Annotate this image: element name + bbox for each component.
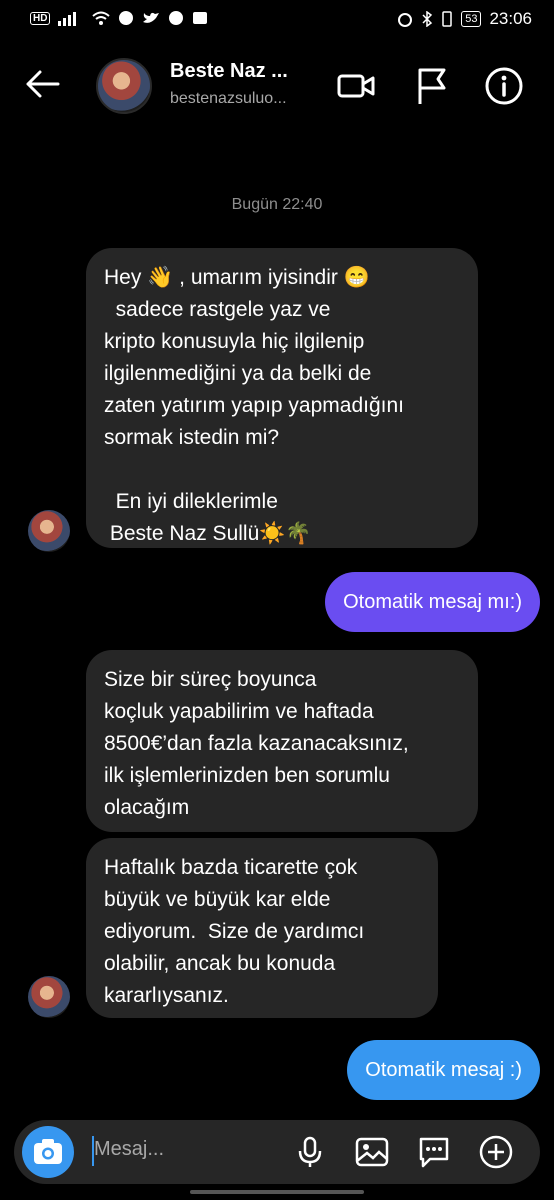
bluetooth-icon bbox=[422, 11, 433, 27]
contact-username[interactable]: bestenazsuluo... bbox=[170, 90, 287, 108]
microphone-icon[interactable] bbox=[292, 1134, 328, 1170]
wifi-icon bbox=[92, 11, 111, 25]
sender-avatar[interactable] bbox=[28, 976, 70, 1018]
signal-icon bbox=[58, 12, 77, 26]
sender-avatar[interactable] bbox=[28, 510, 70, 552]
flag-icon[interactable] bbox=[410, 64, 454, 108]
profile-avatar[interactable] bbox=[96, 58, 152, 114]
info-icon[interactable] bbox=[482, 64, 526, 108]
sticker-icon[interactable] bbox=[416, 1134, 452, 1170]
shazam-icon bbox=[119, 11, 134, 25]
gesture-bar[interactable] bbox=[190, 1190, 364, 1194]
vibrate-icon bbox=[442, 11, 452, 27]
gallery-icon[interactable] bbox=[354, 1134, 390, 1170]
date-separator: Bugün 22:40 bbox=[231, 196, 323, 213]
status-time: 23:06 bbox=[489, 9, 532, 28]
message-incoming[interactable]: Size bir süreç boyunca koçluk yapabiliri… bbox=[86, 650, 478, 832]
contact-name[interactable]: Beste Naz ... bbox=[170, 60, 288, 83]
facebook-icon bbox=[169, 11, 184, 25]
message-incoming[interactable]: Haftalık bazda ticarette çok büyük ve bü… bbox=[86, 838, 438, 1018]
message-outgoing[interactable]: Otomatik mesaj mı:) bbox=[325, 572, 540, 632]
message-input[interactable]: Mesaj... bbox=[94, 1138, 164, 1161]
hd-badge: HD bbox=[30, 11, 51, 25]
message-composer: Mesaj... bbox=[14, 1120, 540, 1184]
battery-indicator: 53 bbox=[461, 11, 482, 27]
status-bar: HD 53 23:06 bbox=[0, 0, 554, 40]
message-incoming[interactable]: Hey 👋 , umarım iyisindir 😁 sadece rastge… bbox=[86, 248, 478, 548]
message-outgoing[interactable]: Otomatik mesaj :) bbox=[347, 1040, 540, 1100]
chat-header: Beste Naz ... bestenazsuluo... bbox=[0, 50, 554, 120]
alarm-icon bbox=[398, 13, 413, 27]
gallery-status-icon bbox=[193, 12, 208, 24]
back-arrow-icon[interactable] bbox=[22, 64, 62, 104]
add-icon[interactable] bbox=[478, 1134, 514, 1170]
camera-icon bbox=[34, 1139, 62, 1164]
camera-button[interactable] bbox=[22, 1126, 74, 1178]
video-call-icon[interactable] bbox=[334, 64, 378, 108]
twitter-icon bbox=[143, 12, 160, 23]
